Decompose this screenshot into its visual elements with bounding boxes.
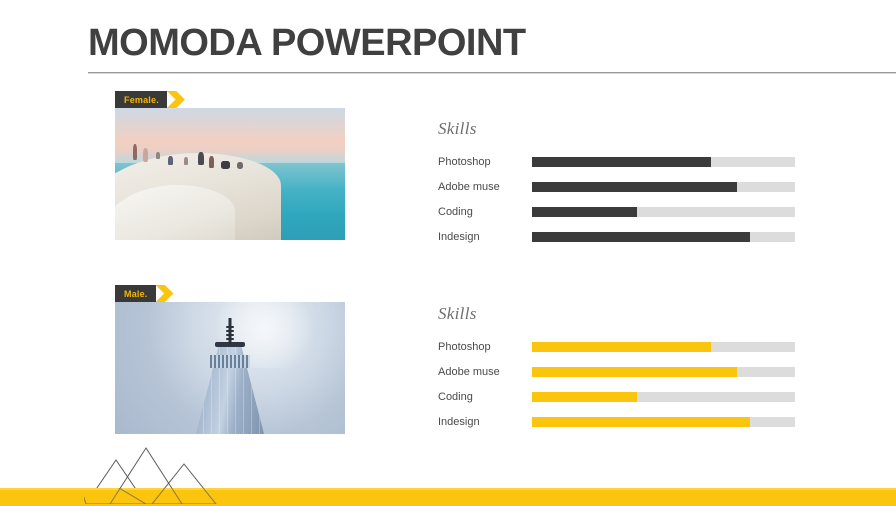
skill-track xyxy=(532,366,795,377)
tag-female: Female. xyxy=(115,91,185,108)
skill-track xyxy=(532,156,795,167)
skill-track xyxy=(532,206,795,217)
skill-label: Adobe muse xyxy=(438,365,500,378)
skill-fill xyxy=(532,231,751,242)
skill-label: Indesign xyxy=(438,415,480,428)
skill-track xyxy=(532,341,795,352)
skill-label: Adobe muse xyxy=(438,180,500,193)
photo-male xyxy=(115,302,345,434)
person-figure xyxy=(167,155,173,165)
page-title: MOMODA POWERPOINT xyxy=(88,22,526,64)
skill-track xyxy=(532,231,795,242)
spire-ring xyxy=(226,325,234,328)
skill-fill xyxy=(532,366,738,377)
slide-canvas: MOMODA POWERPOINT Female. Skills Photosh… xyxy=(0,0,896,506)
person-figure xyxy=(184,156,188,165)
skill-track xyxy=(532,416,795,427)
skill-fill xyxy=(532,181,738,192)
skill-row: Coding xyxy=(438,199,795,224)
tag-label: Female. xyxy=(124,94,159,105)
skills-heading: Skills xyxy=(438,304,477,323)
skill-row: Adobe muse xyxy=(438,359,795,384)
spire-ring xyxy=(226,333,234,336)
skills-panel-male: Skills Photoshop Adobe muse Coding Indes… xyxy=(438,304,795,434)
person-figure xyxy=(197,151,204,165)
chevron-right-icon xyxy=(155,285,174,302)
spire-ring xyxy=(226,337,234,340)
skill-label: Indesign xyxy=(438,230,480,243)
chevron-right-icon xyxy=(166,91,185,108)
person-figure xyxy=(220,160,230,169)
skill-track xyxy=(532,181,795,192)
skills-heading: Skills xyxy=(438,119,477,138)
tag-male: Male. xyxy=(115,285,174,302)
skill-fill xyxy=(532,156,711,167)
title-divider xyxy=(88,72,896,74)
skill-label: Photoshop xyxy=(438,340,491,353)
skill-row: Adobe muse xyxy=(438,174,795,199)
tower-window-band xyxy=(210,354,250,368)
skills-panel-female: Skills Photoshop Adobe muse Coding Indes… xyxy=(438,119,795,249)
skill-row: Indesign xyxy=(438,409,795,434)
skill-fill xyxy=(532,391,638,402)
person-figure xyxy=(142,147,148,162)
skill-fill xyxy=(532,341,711,352)
person-figure xyxy=(236,162,243,170)
skill-row: Coding xyxy=(438,384,795,409)
skill-fill xyxy=(532,416,751,427)
skill-row: Photoshop xyxy=(438,149,795,174)
skill-label: Coding xyxy=(438,205,473,218)
skill-row: Photoshop xyxy=(438,334,795,359)
skill-track xyxy=(532,391,795,402)
person-figure xyxy=(209,155,215,168)
spire-ring xyxy=(226,329,234,332)
tag-label: Male. xyxy=(124,288,148,299)
photo-female xyxy=(115,108,345,240)
skill-label: Coding xyxy=(438,390,473,403)
triangle-decoration-overlay xyxy=(84,488,224,504)
person-figure xyxy=(156,151,161,159)
skill-fill xyxy=(532,206,638,217)
skill-label: Photoshop xyxy=(438,155,491,168)
skill-row: Indesign xyxy=(438,224,795,249)
